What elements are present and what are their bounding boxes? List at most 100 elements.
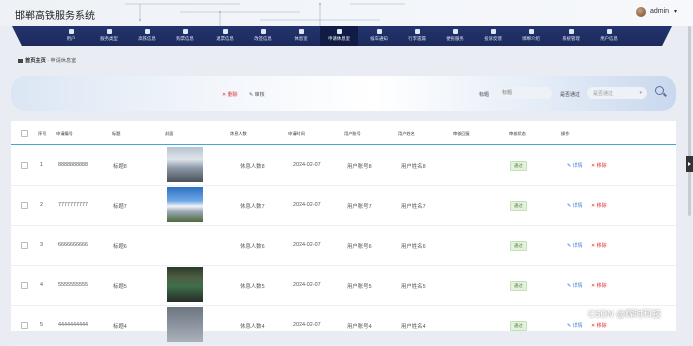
nav-item-label: 便民服务 [446,36,464,41]
detail-button[interactable]: ✎ 详情 [567,162,583,169]
column-header[interactable]: 申请编号 [56,131,73,137]
row-people: 休息人数5 [240,284,265,290]
remove-button[interactable]: ✕ 移除 [591,282,607,289]
nav-item-label: 服务类型 [100,36,118,41]
remove-button[interactable]: ✕ 移除 [591,242,607,249]
row-account: 用户账号5 [347,284,372,290]
status-badge: 通过 [510,201,527,211]
row-people: 休息人数6 [240,244,265,250]
detail-button[interactable]: ✎ 详情 [567,242,583,249]
nav-item-7[interactable]: 申请休息室 [320,26,358,46]
nav-item-10[interactable]: 便民服务 [436,26,474,46]
nav-item-0[interactable]: 用户 [52,26,90,46]
column-header[interactable]: 申请时间 [288,131,305,137]
row-checkbox[interactable] [21,282,28,289]
service-icon [452,29,458,34]
nav-item-5[interactable]: 改签信息 [244,26,282,46]
row-code: 5555555555 [58,282,88,288]
column-header[interactable]: 用户姓名 [398,131,415,137]
row-people: 休息人数8 [240,164,265,170]
breadcrumb-home[interactable]: 首页主页 [25,58,46,64]
row-title: 标题4 [113,324,127,330]
nav-item-label: 高铁信息 [138,36,156,41]
info-icon [528,29,534,34]
nav-item-4[interactable]: 退票信息 [206,26,244,46]
pass-select[interactable]: 是否通过 ▾ [587,87,647,99]
row-account: 用户账号8 [347,164,372,170]
row-title: 标题5 [113,284,127,290]
search-icon[interactable] [655,86,664,95]
row-title: 标题7 [113,204,127,210]
chevron-down-icon[interactable]: ▾ [674,8,677,15]
row-checkbox[interactable] [21,202,28,209]
nav-item-13[interactable]: 系统管理 [552,26,590,46]
audit-button[interactable]: ✎ 审核 [249,91,265,98]
pass-select-value: 是否通过 [593,91,614,97]
select-all-checkbox[interactable] [21,130,28,137]
column-header[interactable]: 序号 [38,131,46,137]
column-header[interactable]: 审核回复 [453,131,470,137]
detail-label: 详情 [572,203,583,209]
scrollbar[interactable] [688,26,691,216]
row-index: 1 [40,162,43,168]
cover-image [167,307,203,342]
row-name: 用户姓名5 [401,284,426,290]
row-date: 2024-02-07 [293,242,321,248]
remove-label: 移除 [596,243,607,249]
row-checkbox[interactable] [21,162,28,169]
nav-item-6[interactable]: 休息室 [282,26,320,46]
nav-item-label: 休息室 [294,36,308,41]
column-header[interactable]: 用户账号 [344,131,361,137]
detail-button[interactable]: ✎ 详情 [567,202,583,209]
nav-item-label: 用户信息 [600,36,618,41]
column-header[interactable]: 标题 [112,131,120,137]
nav-item-label: 邯郸介绍 [522,36,540,41]
nav-item-8[interactable]: 候车通知 [360,26,398,46]
row-code: 8888888888 [58,162,88,168]
nav-item-11[interactable]: 投诉反馈 [474,26,512,46]
side-toggle-button[interactable] [686,156,693,172]
column-header[interactable]: 操作 [561,131,569,137]
top-bar: 邯郸高铁服务系统 admin ▾ [0,0,693,26]
status-badge: 通过 [510,281,527,291]
notice-icon [376,29,382,34]
remove-label: 移除 [596,323,607,329]
settings-icon [568,29,574,34]
avatar[interactable] [636,7,646,17]
row-title: 标题6 [113,244,127,250]
row-people: 休息人数7 [240,204,265,210]
row-index: 3 [40,242,43,248]
column-header[interactable]: 封面 [165,131,173,137]
nav-item-3[interactable]: 购票信息 [166,26,204,46]
nav-item-label: 购票信息 [176,36,194,41]
watermark: CSDN @辉时科技 [588,309,662,319]
table-row: 2 7777777777 标题7 休息人数7 2024-02-07 用户账号7 用户姓名7 通… [11,185,676,226]
remove-button[interactable]: ✕ 移除 [591,202,607,209]
table-row: 1 8888888888 标题8 休息人数8 2024-02-07 用户账号8 用户姓名8 通… [11,145,676,186]
remove-label: 移除 [596,283,607,289]
remove-button[interactable]: ✕ 移除 [591,162,607,169]
row-code: 6666666666 [58,242,88,248]
row-date: 2024-02-07 [293,162,321,168]
nav-item-2[interactable]: 高铁信息 [128,26,166,46]
row-account: 用户账号4 [347,324,372,330]
row-name: 用户姓名8 [401,164,426,170]
nav-item-1[interactable]: 服务类型 [90,26,128,46]
remove-label: 移除 [596,163,607,169]
column-header[interactable]: 审核状态 [509,131,526,137]
nav-item-12[interactable]: 邯郸介绍 [512,26,550,46]
title-search-input[interactable] [496,87,552,99]
status-badge: 通过 [510,241,527,251]
row-date: 2024-02-07 [293,322,321,328]
delete-button[interactable]: ✕ 删除 [222,91,238,98]
detail-button[interactable]: ✎ 详情 [567,282,583,289]
return-icon [222,29,228,34]
table-panel: 序号 申请编号 标题 封面 休息人数 申请时间 用户账号 用户姓名 审核回复 审核状态 操作 1 88… [11,121,676,346]
nav-item-14[interactable]: 用户信息 [590,26,628,46]
nav-item-label: 系统管理 [562,36,580,41]
row-account: 用户账号7 [347,204,372,210]
column-header[interactable]: 休息人数 [230,131,247,137]
row-checkbox[interactable] [21,242,28,249]
username[interactable]: admin [650,8,669,15]
nav-item-9[interactable]: 行李遗漏 [398,26,436,46]
